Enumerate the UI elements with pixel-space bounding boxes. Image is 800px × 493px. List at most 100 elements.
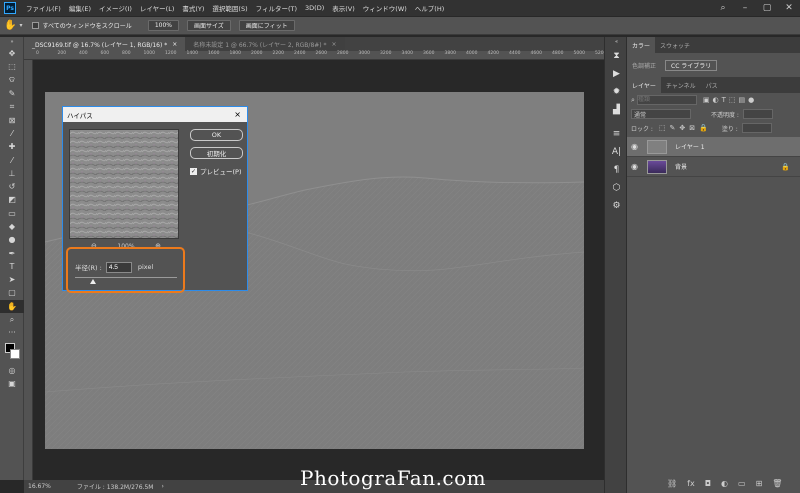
preview-checkbox-row[interactable]: ✓ プレビュー(P) bbox=[190, 166, 242, 176]
reset-button[interactable]: 初期化 bbox=[190, 147, 243, 159]
adjustment-sun-icon[interactable]: ✹ bbox=[605, 83, 628, 101]
properties-icon[interactable]: ≡ bbox=[605, 125, 628, 143]
search-icon[interactable]: ⌕ bbox=[712, 0, 734, 16]
layer-name: レイヤー 1 bbox=[675, 144, 705, 151]
healing-brush-tool-icon[interactable]: ✚ bbox=[0, 140, 24, 153]
tab-color[interactable]: カラー bbox=[627, 37, 656, 53]
brush-settings-icon[interactable]: ⚙ bbox=[605, 197, 628, 215]
screen-mode-icon[interactable]: ▣ bbox=[0, 377, 24, 390]
close-window-icon[interactable]: ✕ bbox=[778, 0, 800, 16]
character-icon[interactable]: A| bbox=[605, 143, 628, 161]
menu-filter[interactable]: フィルター(T) bbox=[252, 3, 301, 13]
clone-stamp-tool-icon[interactable]: ⊥ bbox=[0, 167, 24, 180]
dialog-close-icon[interactable]: × bbox=[234, 110, 241, 119]
fx-icon[interactable]: fx bbox=[687, 479, 695, 488]
menu-select[interactable]: 選択範囲(S) bbox=[208, 3, 251, 13]
crop-tool-icon[interactable]: ⌗ bbox=[0, 100, 24, 113]
tab-channels[interactable]: チャンネル bbox=[661, 77, 701, 93]
type-tool-icon[interactable]: T bbox=[0, 260, 24, 273]
more-tools-icon[interactable]: ··· bbox=[0, 326, 24, 339]
histogram-icon[interactable]: ▟ bbox=[605, 101, 628, 119]
close-tab-icon[interactable]: × bbox=[332, 41, 337, 48]
dialog-titlebar[interactable]: ハイパス × bbox=[63, 107, 247, 122]
menu-layer[interactable]: レイヤー(L) bbox=[136, 3, 179, 13]
new-adjustment-icon[interactable]: ◐ bbox=[721, 479, 728, 488]
preview-checkbox[interactable]: ✓ bbox=[190, 167, 197, 175]
layer-kind-select[interactable] bbox=[636, 95, 697, 105]
layer-thumbnail bbox=[647, 139, 667, 154]
brush-tool-icon[interactable]: ⁄ bbox=[0, 153, 24, 166]
menu-3d[interactable]: 3D(D) bbox=[301, 4, 328, 12]
tab-document-1[interactable]: _DSC9169.tif @ 16.7% (レイヤー 1, RGB/16) * … bbox=[24, 37, 186, 51]
restore-icon[interactable]: ▢ bbox=[756, 0, 778, 16]
tab-adjustments[interactable]: 色調補正 bbox=[627, 57, 661, 73]
menu-window[interactable]: ウィンドウ(W) bbox=[359, 3, 411, 13]
menu-file[interactable]: ファイル(F) bbox=[22, 3, 65, 13]
shape-tool-icon[interactable]: ▢ bbox=[0, 286, 24, 299]
status-arrow-icon[interactable]: › bbox=[161, 483, 163, 490]
status-file-info[interactable]: ファイル : 138.2M/276.5M bbox=[77, 482, 154, 491]
zoom-tool-icon[interactable]: ⌕ bbox=[0, 313, 24, 326]
menu-view[interactable]: 表示(V) bbox=[328, 3, 359, 13]
history-brush-tool-icon[interactable]: ↺ bbox=[0, 180, 24, 193]
status-zoom[interactable]: 16.67% bbox=[28, 483, 51, 490]
dodge-tool-icon[interactable]: ● bbox=[0, 233, 24, 246]
fit-screen-button[interactable]: 画面サイズ bbox=[186, 20, 231, 31]
frame-tool-icon[interactable]: ⊠ bbox=[0, 113, 24, 126]
gradient-tool-icon[interactable]: ▭ bbox=[0, 207, 24, 220]
history-icon[interactable]: ⧗ bbox=[605, 47, 628, 65]
color-swatches-icon[interactable] bbox=[0, 340, 24, 364]
tool-preset-chevron-icon[interactable]: ▾ bbox=[19, 22, 22, 29]
link-layers-icon[interactable]: ⛓ bbox=[667, 479, 677, 488]
collapse-panels-icon[interactable]: « bbox=[605, 37, 628, 47]
pen-tool-icon[interactable]: ✒ bbox=[0, 246, 24, 259]
new-group-icon[interactable]: ▭ bbox=[738, 479, 746, 488]
minimize-icon[interactable]: – bbox=[734, 0, 756, 16]
visibility-eye-icon[interactable]: ◉ bbox=[631, 142, 641, 151]
lasso-tool-icon[interactable]: ଡ bbox=[0, 74, 24, 87]
visibility-eye-icon[interactable]: ◉ bbox=[631, 162, 641, 171]
tab-swatches[interactable]: スウォッチ bbox=[655, 37, 695, 53]
lock-icons[interactable]: ⬚✎✥⊠🔒 bbox=[659, 124, 712, 132]
tab-cc-libraries[interactable]: CC ライブラリ bbox=[665, 59, 718, 71]
move-tool-icon[interactable]: ✥ bbox=[0, 47, 24, 60]
filter-preview[interactable] bbox=[69, 129, 179, 239]
blend-mode-select[interactable]: 通常 bbox=[631, 109, 691, 119]
fill-input[interactable] bbox=[741, 123, 772, 133]
eyedropper-tool-icon[interactable]: ⁄ bbox=[0, 127, 24, 140]
scroll-all-checkbox[interactable] bbox=[32, 22, 40, 29]
actions-play-icon[interactable]: ▶ bbox=[605, 65, 628, 83]
menu-edit[interactable]: 編集(E) bbox=[65, 3, 95, 13]
ruler-tick-label: 1000 bbox=[143, 51, 155, 56]
ruler-tick-label: 2600 bbox=[315, 51, 327, 56]
blur-tool-icon[interactable]: ◆ bbox=[0, 220, 24, 233]
radius-highlight-annotation bbox=[66, 247, 185, 293]
new-layer-icon[interactable]: ⊞ bbox=[756, 479, 763, 488]
path-selection-tool-icon[interactable]: ➤ bbox=[0, 273, 24, 286]
layer-row[interactable]: ◉ レイヤー 1 bbox=[627, 137, 800, 157]
3d-cube-icon[interactable]: ⬡ bbox=[605, 179, 628, 197]
hand-tool-icon[interactable]: ✋ bbox=[4, 20, 16, 31]
tab-layers[interactable]: レイヤー bbox=[627, 77, 661, 93]
zoom-100-button[interactable]: 100% bbox=[147, 20, 179, 31]
close-tab-icon[interactable]: × bbox=[172, 41, 177, 48]
opacity-input[interactable] bbox=[742, 109, 773, 119]
paragraph-icon[interactable]: ¶ bbox=[605, 161, 628, 179]
quick-select-tool-icon[interactable]: ✎ bbox=[0, 87, 24, 100]
tab-paths[interactable]: パス bbox=[701, 77, 723, 93]
eraser-tool-icon[interactable]: ◩ bbox=[0, 193, 24, 206]
delete-layer-icon[interactable]: 🗑 bbox=[772, 479, 782, 488]
menu-help[interactable]: ヘルプ(H) bbox=[411, 3, 448, 13]
filter-icons[interactable]: ▣◐T⬚▤● bbox=[703, 96, 757, 104]
menu-type[interactable]: 書式(Y) bbox=[178, 3, 208, 13]
tab-document-2[interactable]: 名称未設定 1 @ 66.7% (レイヤー 2, RGB/8#) * × bbox=[185, 37, 345, 51]
layer-row[interactable]: ◉ 背景 🔒 bbox=[627, 157, 800, 177]
hand-tool-icon[interactable]: ✋ bbox=[0, 299, 24, 313]
collapse-arrows-icon[interactable]: » bbox=[0, 37, 24, 47]
menu-image[interactable]: イメージ(I) bbox=[95, 3, 136, 13]
fill-screen-button[interactable]: 画面にフィット bbox=[238, 20, 295, 31]
quick-mask-icon[interactable]: ◎ bbox=[0, 364, 24, 377]
ok-button[interactable]: OK bbox=[190, 129, 243, 141]
marquee-tool-icon[interactable]: ⬚ bbox=[0, 60, 24, 73]
add-mask-icon[interactable]: ◘ bbox=[705, 479, 711, 488]
